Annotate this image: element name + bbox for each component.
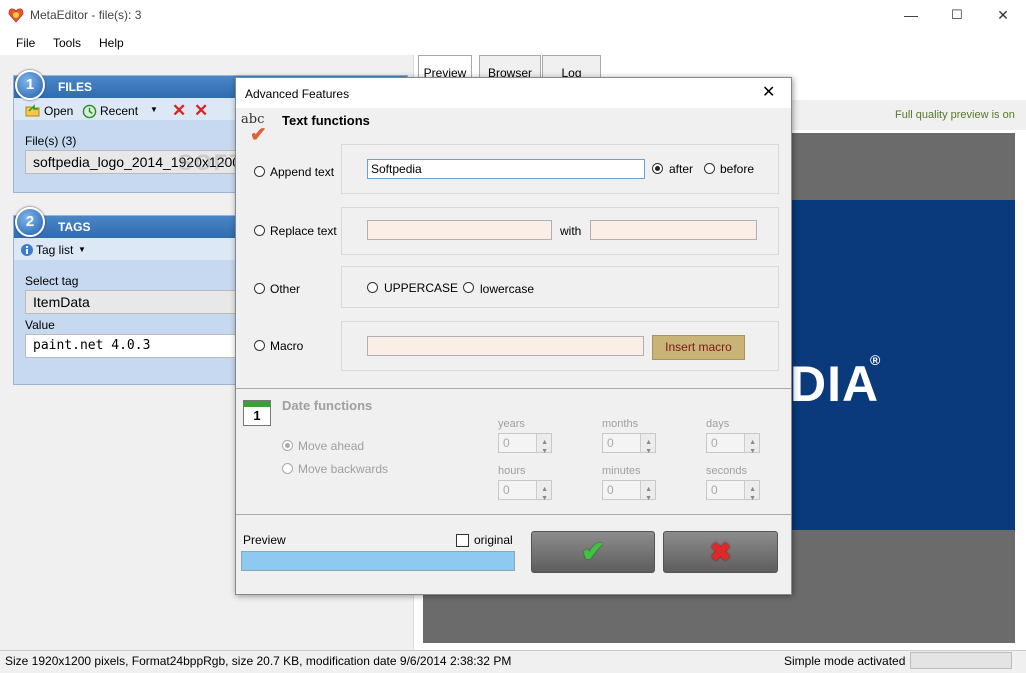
window-title: MetaEditor - file(s): 3	[30, 8, 142, 22]
minimize-button[interactable]: —	[888, 0, 934, 31]
months-value: 0	[607, 436, 614, 450]
seconds-label: seconds	[706, 465, 747, 477]
months-spinner[interactable]: 0 ▲ ▼	[602, 433, 656, 455]
app-logo-icon	[8, 8, 24, 23]
macro-radio[interactable]	[254, 340, 265, 351]
days-value: 0	[711, 436, 718, 450]
replace-text-radio[interactable]	[254, 225, 265, 236]
lowercase-label: lowercase	[480, 282, 535, 296]
append-text-label: Append text	[270, 165, 335, 179]
menu-bar	[0, 31, 1026, 55]
minutes-spinner[interactable]: 0 ▲ ▼	[602, 480, 656, 502]
value-label: Value	[25, 318, 55, 332]
other-radio[interactable]	[254, 283, 265, 294]
years-spinner[interactable]: 0 ▲ ▼	[498, 433, 552, 455]
after-label: after	[669, 162, 694, 176]
check-icon: ✔	[250, 124, 267, 146]
seconds-spinner[interactable]: 0 ▲ ▼	[706, 480, 760, 502]
minutes-value: 0	[607, 483, 614, 497]
move-ahead-radio[interactable]	[282, 440, 293, 451]
recent-button[interactable]: Recent	[100, 104, 138, 118]
tags-panel-title: TAGS	[58, 220, 91, 234]
move-backwards-label: Move backwards	[298, 462, 389, 476]
advanced-features-dialog: Advanced Features ✕ abc ✔ Text functions…	[235, 77, 792, 595]
years-label: years	[498, 418, 525, 430]
append-text-radio[interactable]	[254, 166, 265, 177]
ok-check-icon: ✔	[581, 536, 605, 567]
step-1-badge: 1	[15, 70, 45, 100]
preview-label: Preview	[243, 533, 286, 547]
replace-find-input[interactable]	[367, 220, 552, 240]
maximize-button[interactable]: ☐	[934, 0, 980, 31]
minutes-label: minutes	[602, 465, 641, 477]
original-label: original	[474, 533, 513, 547]
tag-list-button[interactable]: Tag list	[36, 243, 73, 257]
hours-spinner[interactable]: 0 ▲ ▼	[498, 480, 552, 502]
replace-text-label: Replace text	[270, 224, 337, 238]
remove-file-icon[interactable]: ✕	[172, 101, 186, 121]
calendar-day: 1	[253, 408, 261, 423]
preview-status: Full quality preview is on	[895, 109, 1015, 121]
other-label: Other	[270, 282, 301, 296]
original-checkbox[interactable]	[456, 534, 469, 547]
select-tag-label: Select tag	[25, 274, 79, 288]
step-2-badge: 2	[15, 207, 45, 237]
dialog-title: Advanced Features	[245, 87, 350, 101]
insert-macro-button[interactable]: Insert macro	[652, 335, 745, 360]
uppercase-radio[interactable]	[367, 282, 378, 293]
date-functions-title: Date functions	[282, 398, 373, 413]
menu-help[interactable]: Help	[99, 36, 124, 50]
lowercase-radio[interactable]	[463, 282, 474, 293]
dialog-close-button[interactable]: ✕	[762, 82, 775, 102]
open-button[interactable]: Open	[44, 104, 73, 118]
remove-all-icon[interactable]: ✕	[194, 101, 208, 121]
uppercase-label: UPPERCASE	[384, 281, 459, 295]
files-panel-title: FILES	[58, 80, 93, 94]
hours-label: hours	[498, 465, 526, 477]
info-icon	[21, 244, 33, 256]
files-label: File(s) (3)	[25, 134, 77, 148]
status-mode: Simple mode activated	[784, 654, 906, 668]
calendar-icon: 1	[243, 400, 271, 426]
close-button[interactable]: ✕	[980, 0, 1026, 31]
seconds-value: 0	[711, 483, 718, 497]
after-radio[interactable]	[652, 163, 663, 174]
days-label: days	[706, 418, 730, 430]
before-label: before	[720, 162, 755, 176]
replace-with-input[interactable]	[590, 220, 757, 240]
cancel-button[interactable]: ✖	[663, 531, 778, 573]
append-text-input[interactable]: Softpedia	[367, 159, 645, 179]
months-label: months	[602, 418, 639, 430]
move-ahead-label: Move ahead	[298, 439, 365, 453]
menu-tools[interactable]: Tools	[53, 36, 81, 50]
logo-text: DIA	[790, 356, 880, 412]
cancel-x-icon: ✖	[709, 537, 732, 567]
menu-file[interactable]: File	[16, 36, 35, 50]
tag-list-dropdown-icon[interactable]: ▼	[78, 245, 86, 254]
title-bar	[0, 0, 1026, 31]
hours-value: 0	[503, 483, 510, 497]
recent-icon[interactable]	[82, 104, 97, 119]
open-folder-icon[interactable]	[25, 104, 41, 118]
macro-label: Macro	[270, 339, 304, 353]
years-value: 0	[503, 436, 510, 450]
macro-input[interactable]	[367, 336, 644, 356]
days-spinner[interactable]: 0 ▲ ▼	[706, 433, 760, 455]
preview-output-field	[241, 551, 515, 571]
text-functions-title: Text functions	[282, 113, 370, 128]
status-file-info: Size 1920x1200 pixels, Format24bppRgb, s…	[5, 654, 512, 668]
status-progress	[910, 652, 1012, 669]
with-label: with	[560, 224, 582, 238]
ok-button[interactable]: ✔	[531, 531, 655, 573]
recent-dropdown-icon[interactable]: ▼	[150, 105, 158, 114]
registered-mark: ®	[870, 352, 881, 368]
move-backwards-radio[interactable]	[282, 463, 293, 474]
before-radio[interactable]	[704, 163, 715, 174]
